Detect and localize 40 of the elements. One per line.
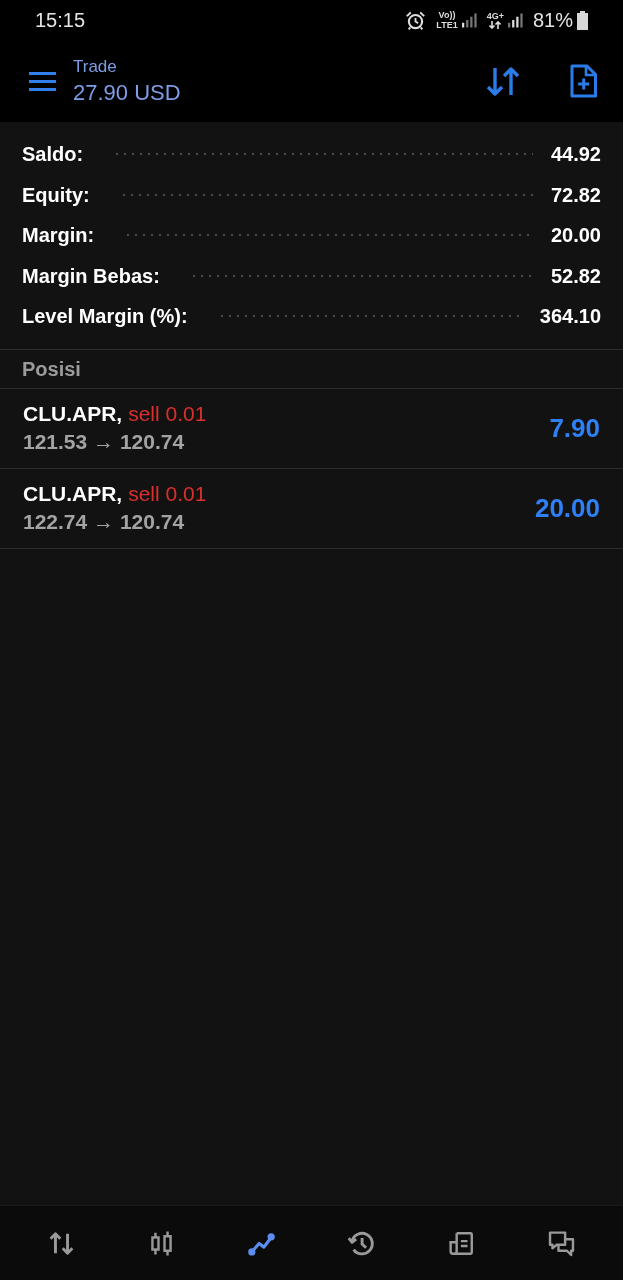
screen-title: Trade xyxy=(73,56,118,78)
account-label: Equity: xyxy=(22,182,90,208)
price-change: 121.53 → 120.74 xyxy=(23,429,186,455)
file-plus-icon xyxy=(569,64,598,98)
menu-button[interactable] xyxy=(29,71,56,91)
position-symbol: CLU.APR, xyxy=(23,481,123,507)
signal-icon xyxy=(507,12,523,28)
order-type-volume: sell 0.01 xyxy=(128,401,207,427)
alarm-clock-icon xyxy=(405,9,427,31)
account-label: Level Margin (%): xyxy=(22,304,188,330)
sort-icon xyxy=(485,65,521,97)
menu-icon xyxy=(29,71,56,91)
volte-label: Vo)) xyxy=(438,10,456,20)
account-value: 52.82 xyxy=(550,263,601,289)
new-order-button[interactable] xyxy=(569,64,598,98)
position-symbol: CLU.APR, xyxy=(23,401,123,427)
position-row[interactable]: CLU.APR, sell 0.01 122.74 → 120.74 20.00 xyxy=(0,468,623,549)
account-label: Margin Bebas: xyxy=(22,263,160,289)
account-value: 364.10 xyxy=(539,304,601,330)
battery-icon xyxy=(577,10,588,30)
account-label: Margin: xyxy=(22,223,95,249)
account-value: 44.92 xyxy=(550,142,601,168)
section-title: Posisi xyxy=(22,356,81,382)
price-change: 122.74 → 120.74 xyxy=(23,509,186,535)
account-value: 20.00 xyxy=(550,223,601,249)
network-label: 4G+ xyxy=(486,11,504,21)
position-row[interactable]: CLU.APR, sell 0.01 121.53 → 120.74 7.90 xyxy=(0,388,623,469)
account-label: Saldo: xyxy=(22,142,84,168)
data-arrows-icon xyxy=(489,21,502,29)
lte-label: LTE1 xyxy=(436,20,458,30)
position-profit: 20.00 xyxy=(534,491,600,525)
account-value: 72.82 xyxy=(550,182,601,208)
chat-icon xyxy=(546,1228,576,1258)
status-time: 15:15 xyxy=(35,10,86,30)
position-profit: 7.90 xyxy=(549,411,600,445)
sort-button[interactable] xyxy=(485,65,521,97)
battery-percent: 81% xyxy=(532,10,573,30)
signal-icon xyxy=(461,12,477,28)
account-balance: 27.90 USD xyxy=(73,79,181,107)
order-type-volume: sell 0.01 xyxy=(128,481,207,507)
